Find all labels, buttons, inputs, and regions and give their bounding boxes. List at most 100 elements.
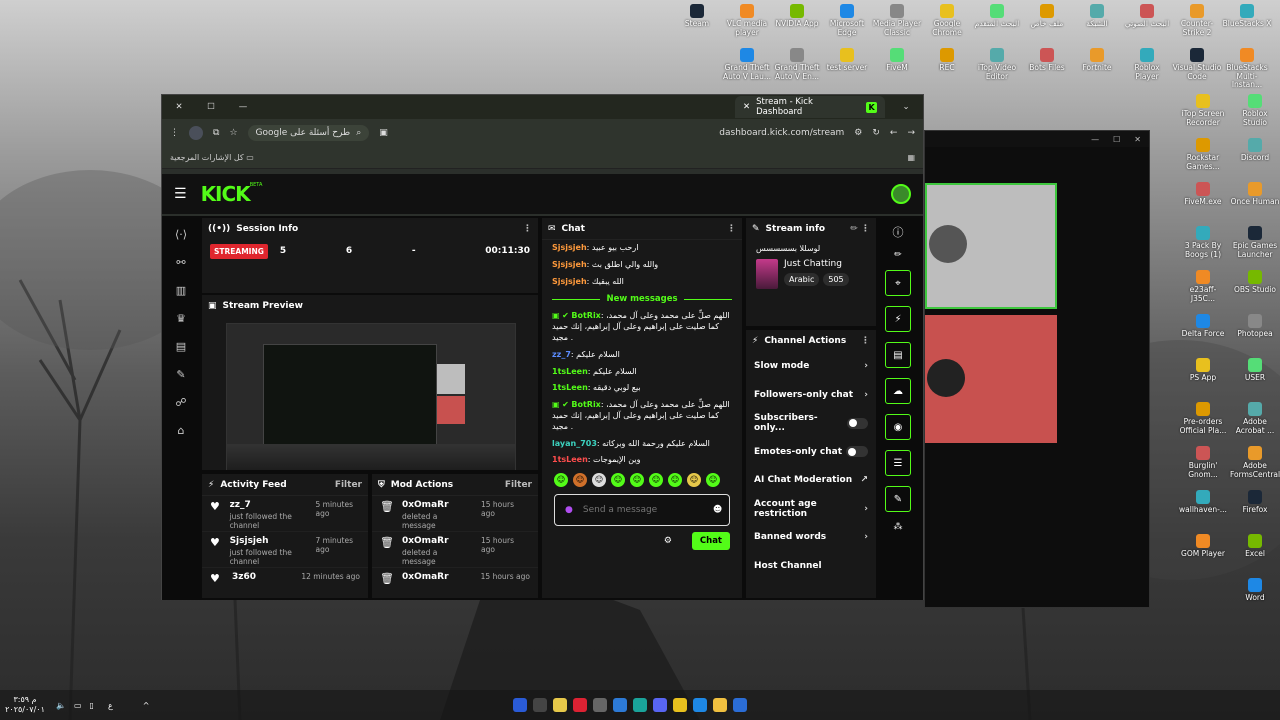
desktop-icon[interactable]: Firefox bbox=[1230, 490, 1280, 515]
chat-username[interactable]: zz_7 bbox=[552, 350, 571, 359]
activity-item[interactable]: ♥ 3z60 12 minutes ago bbox=[202, 568, 368, 598]
activity-item[interactable]: ♥ Sjsjsjeh just followed the channel 7 minu… bbox=[202, 532, 368, 568]
app-icon[interactable] bbox=[533, 698, 547, 712]
desktop-icon[interactable]: Pre-orders Official Pla... bbox=[1178, 402, 1228, 435]
hamburger-menu-icon[interactable]: ☰ bbox=[174, 186, 187, 202]
close-icon[interactable]: ✕ bbox=[1134, 135, 1141, 144]
channel-action-emotes-only-chat[interactable]: Emotes-only chat bbox=[746, 438, 876, 467]
chat-message[interactable]: ▣ ✔ BotRix: اللهم صلِّ على محمد وعلى آل … bbox=[542, 308, 742, 346]
clip-icon[interactable]: ⌖ bbox=[885, 270, 911, 296]
desktop-icon[interactable]: Epic Games Launcher bbox=[1230, 226, 1280, 259]
desktop-icon[interactable]: Google Chrome bbox=[922, 4, 972, 37]
chrome-icon[interactable] bbox=[673, 698, 687, 712]
desktop-icon[interactable]: Photopea bbox=[1230, 314, 1280, 339]
category-thumbnail[interactable] bbox=[756, 259, 778, 289]
apps-grid-icon[interactable]: ▦ bbox=[907, 153, 915, 162]
chat-username[interactable]: Sjsjsjeh bbox=[552, 243, 587, 252]
desktop-icon[interactable]: Microsoft Edge bbox=[822, 4, 872, 37]
activity-item[interactable]: ♥ zz_7 just followed the channel 5 minutes … bbox=[202, 496, 368, 532]
app-icon[interactable] bbox=[613, 698, 627, 712]
forward-icon[interactable]: → bbox=[907, 128, 915, 138]
link-icon[interactable]: ⚯ bbox=[176, 256, 185, 269]
emote-icon[interactable]: ☺ bbox=[687, 473, 701, 488]
desktop-icon[interactable]: e23aff-J35C... bbox=[1178, 270, 1228, 303]
chat-username[interactable]: 1tsLeen bbox=[552, 455, 588, 464]
desktop-icon[interactable]: Rockstar Games... bbox=[1178, 138, 1228, 171]
desktop-icon[interactable]: 3 Pack By Boogs (1) bbox=[1178, 226, 1228, 259]
layout-grid-icon[interactable]: ⁂ bbox=[894, 522, 903, 532]
desktop-icon[interactable]: REC bbox=[922, 48, 972, 73]
mod-action-item[interactable]: 🗑 0xOmaRr 15 hours ago bbox=[372, 568, 538, 598]
minimize-icon[interactable]: — bbox=[232, 102, 254, 112]
app-icon[interactable] bbox=[573, 698, 587, 712]
extensions-icon[interactable]: ⧉ bbox=[213, 128, 219, 138]
stream-icon[interactable]: ⟨·⟩ bbox=[175, 228, 187, 241]
battery-icon[interactable]: ▯ bbox=[90, 701, 94, 710]
chat-message[interactable]: 1tsLeen: وين الإيموجات bbox=[542, 452, 742, 469]
filter-button[interactable]: Filter bbox=[505, 480, 532, 490]
desktop-icon[interactable]: Roblox Player bbox=[1122, 48, 1172, 81]
emote-icon[interactable]: ☺ bbox=[668, 473, 682, 488]
desktop-icon[interactable]: VLC media player bbox=[722, 4, 772, 37]
desktop-icon[interactable]: Grand Theft Auto V Lau... bbox=[722, 48, 772, 81]
desktop-icon[interactable]: Discord bbox=[1230, 138, 1280, 163]
emote-icon[interactable]: ☺ bbox=[630, 473, 644, 488]
back-icon[interactable]: ← bbox=[890, 128, 898, 138]
discord-icon[interactable] bbox=[653, 698, 667, 712]
desktop-icon[interactable]: البحث المتقدم bbox=[972, 4, 1022, 29]
desktop-icon[interactable]: Steam bbox=[672, 4, 722, 29]
google-ask-pill[interactable]: Google طرح أسئلة على ⌕ bbox=[247, 125, 370, 141]
chat-username[interactable]: Sjsjsjeh bbox=[552, 277, 587, 286]
category-name[interactable]: Just Chatting bbox=[784, 259, 849, 269]
desktop-icon[interactable]: ملف خاص bbox=[1022, 4, 1072, 29]
chat-message[interactable]: zz_7: السلام عليكم bbox=[542, 347, 742, 364]
desktop-icon[interactable]: NVIDIA App bbox=[772, 4, 822, 29]
desktop-icon[interactable]: test server bbox=[822, 48, 872, 73]
desktop-icon[interactable]: Grand Theft Auto V En... bbox=[772, 48, 822, 81]
stream-preview-video[interactable] bbox=[226, 323, 516, 470]
url-text[interactable]: dashboard.kick.com/stream bbox=[719, 128, 844, 138]
desktop-icon[interactable]: Excel bbox=[1230, 534, 1280, 559]
emote-icon[interactable]: ☺ bbox=[554, 473, 568, 488]
clock[interactable]: م ٣:٥٩ ٢٠٢٥/٠٧/٠١ bbox=[0, 695, 50, 716]
chat-message[interactable]: 1tsLeen: السلام عليكم bbox=[542, 364, 742, 381]
desktop-icon[interactable]: iTop Screen Recorder bbox=[1178, 94, 1228, 127]
desktop-icon[interactable]: iTop Video Editor bbox=[972, 48, 1022, 81]
desktop-icon[interactable]: Media Player Classic bbox=[872, 4, 922, 37]
more-options-icon[interactable]: ⋮ bbox=[523, 224, 532, 234]
chat-username[interactable]: layan_703 bbox=[552, 439, 597, 448]
desktop-icon[interactable]: BlueStacks X bbox=[1222, 4, 1272, 29]
edit-icon[interactable]: ✏ bbox=[894, 250, 902, 260]
maximize-icon[interactable]: ☐ bbox=[1113, 135, 1120, 144]
participant-tile-1[interactable] bbox=[925, 183, 1057, 309]
desktop-icon[interactable]: PS App bbox=[1178, 358, 1228, 383]
chat-message[interactable]: 1tsLeen: بيع لوبي دقيقه bbox=[542, 380, 742, 397]
channel-action-followers-only-chat[interactable]: Followers-only chat › bbox=[746, 381, 876, 410]
desktop-icon[interactable]: Once Human bbox=[1230, 182, 1280, 207]
desktop-icon[interactable]: Word bbox=[1230, 578, 1280, 603]
language-indicator[interactable]: ع bbox=[108, 701, 113, 710]
toggle-switch[interactable] bbox=[846, 417, 868, 429]
emote-icon[interactable]: ☺ bbox=[611, 473, 625, 488]
chat-message[interactable]: layan_703: السلام عليكم ورحمة الله وبركا… bbox=[542, 436, 742, 453]
all-bookmarks-folder[interactable]: كل الإشارات المرجعية ▭ bbox=[170, 153, 254, 162]
edit-icon[interactable]: ✏ ⋮ bbox=[850, 224, 870, 234]
chat-message[interactable]: Sjsjsjeh: والله والي اطلق بث bbox=[542, 257, 742, 274]
bot-icon[interactable]: ⌂ bbox=[178, 424, 185, 437]
mod-action-item[interactable]: 🗑 0xOmaRr deleted a message 15 hours ago bbox=[372, 532, 538, 568]
edge-icon[interactable] bbox=[693, 698, 707, 712]
emoji-icon[interactable]: ☻ bbox=[713, 505, 722, 515]
minimize-icon[interactable]: — bbox=[1091, 135, 1099, 144]
desktop-icon[interactable]: Counter-Strike 2 bbox=[1172, 4, 1222, 37]
close-icon[interactable]: ✕ bbox=[168, 102, 190, 112]
more-options-icon[interactable]: ⋮ bbox=[861, 336, 870, 346]
kick-logo[interactable]: KICKBETA bbox=[201, 182, 263, 206]
desktop-icon[interactable]: Adobe Acrobat ... bbox=[1230, 402, 1280, 435]
channel-action-account-age-restriction[interactable]: Account age restriction › bbox=[746, 495, 876, 524]
app-icon[interactable] bbox=[633, 698, 647, 712]
tab-kick-dashboard[interactable]: ✕ Stream - Kick Dashboard K bbox=[735, 96, 885, 118]
app-icon[interactable] bbox=[593, 698, 607, 712]
desktop-icon[interactable]: Bots Files bbox=[1022, 48, 1072, 73]
chat-message[interactable]: Sjsjsjeh: ارحب بيو عبيد bbox=[542, 240, 742, 257]
desktop-icon[interactable]: Visual Studio Code bbox=[1172, 48, 1222, 81]
